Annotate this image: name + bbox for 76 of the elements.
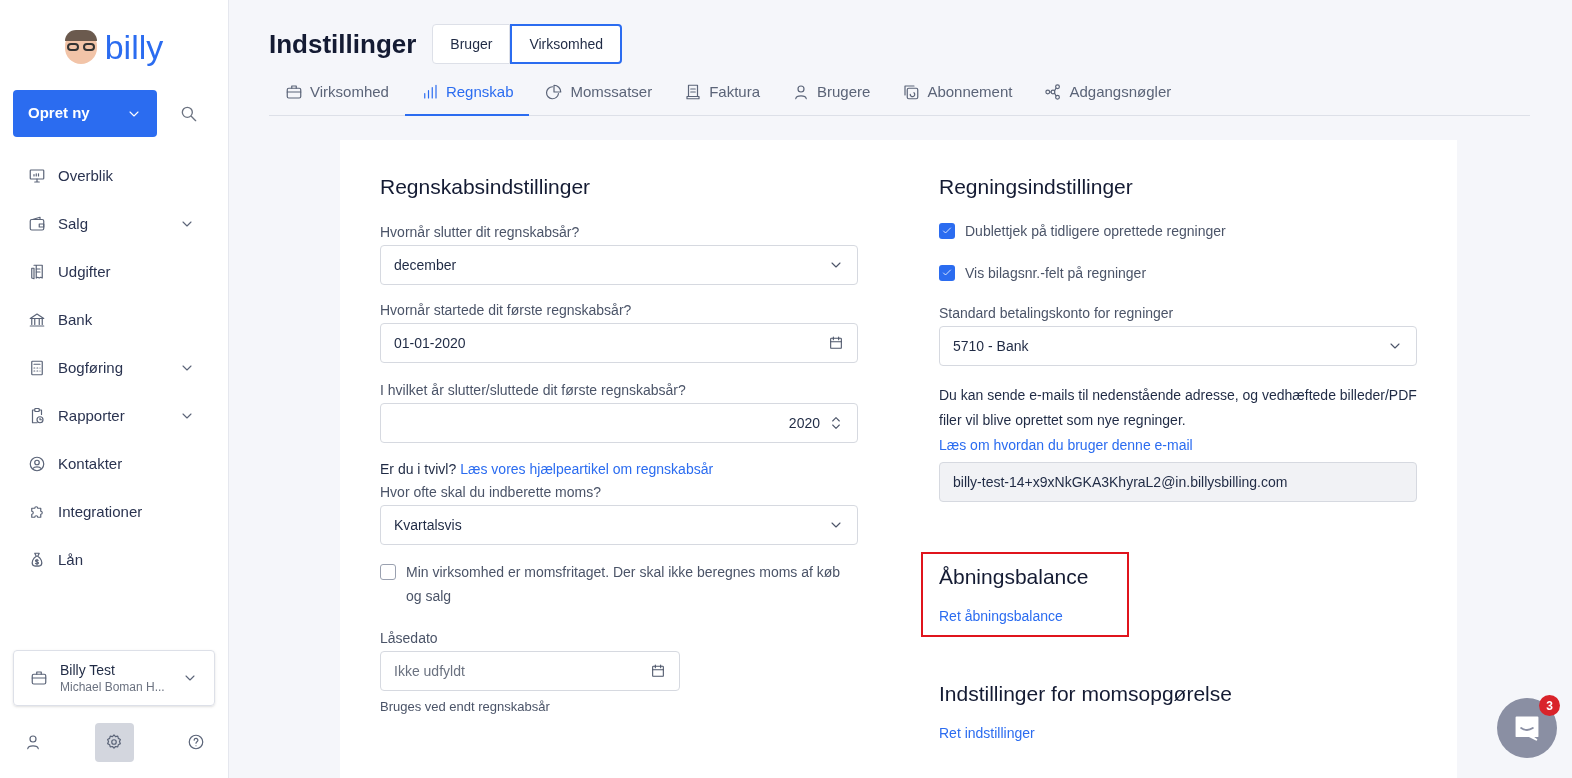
settings-tab[interactable]: Virksomhed bbox=[269, 70, 405, 116]
bank-icon bbox=[28, 311, 46, 329]
receipts-icon bbox=[28, 263, 46, 281]
logo-text: billy bbox=[104, 30, 164, 64]
puzzle-icon bbox=[28, 503, 46, 521]
notification-badge: 3 bbox=[1539, 695, 1560, 716]
calculator-icon bbox=[28, 359, 46, 377]
field-label: Hvornår startede dit første regnskabsår? bbox=[380, 301, 633, 320]
select-field[interactable]: Kvartalsvis bbox=[380, 505, 858, 545]
subscription-icon bbox=[902, 83, 921, 101]
account-owner: Michael Boman H... bbox=[60, 679, 166, 695]
sidebar-item[interactable]: Lån bbox=[0, 536, 228, 584]
page-title: Indstillinger bbox=[269, 27, 417, 61]
presentation-board-icon bbox=[28, 167, 46, 185]
pie-chart-icon bbox=[545, 83, 564, 101]
section-heading: Åbningsbalance bbox=[939, 564, 1089, 590]
chat-button[interactable]: 3 bbox=[1497, 698, 1557, 758]
sidebar-item[interactable]: Integrationer bbox=[0, 488, 228, 536]
field-label: Hvornår slutter dit regnskabsår? bbox=[380, 223, 581, 242]
sidebar-item[interactable]: Rapporter bbox=[0, 392, 228, 440]
account-switcher[interactable]: Billy Test Michael Boman H... bbox=[13, 650, 215, 706]
settings-tab[interactable]: Brugere bbox=[776, 70, 887, 116]
settings-button[interactable] bbox=[94, 722, 134, 762]
section-heading: Indstillinger for momsopgørelse bbox=[939, 681, 1232, 707]
chat-bubble-icon bbox=[1513, 714, 1541, 742]
help-link[interactable]: Læs vores hjælpeartikel om regnskabsår bbox=[460, 459, 714, 479]
account-name: Billy Test bbox=[60, 661, 116, 679]
section-link[interactable]: Ret åbningsbalance bbox=[939, 606, 1063, 627]
section-heading: Regningsindstillinger bbox=[939, 174, 1134, 200]
info-paragraph: Du kan sende e-mails til nedenstående adresse, og vedhæftede billeder/PDF filer vil blive oprettet som nye regninger. Læs om hvordan du bruger denne e-mail bbox=[939, 386, 1417, 455]
date-field[interactable]: Ikke udfyldt bbox=[380, 651, 680, 691]
checkbox-label: Dublettjek på tidligere oprettede regninger bbox=[965, 222, 1226, 241]
wallet-icon bbox=[28, 215, 46, 233]
sidebar-item[interactable]: Kontakter bbox=[0, 440, 228, 488]
date-field[interactable]: 01-01-2020 bbox=[380, 323, 858, 363]
briefcase-icon bbox=[30, 669, 48, 687]
section-link[interactable]: Ret indstillinger bbox=[939, 723, 1035, 744]
email-field: billy-test-14+x9xNkGKA3KhyraL2@in.billysbilling.com bbox=[939, 462, 1417, 502]
field-label: Standard betalingskonto for regninger bbox=[939, 304, 1175, 323]
user-circle-icon bbox=[28, 455, 46, 473]
settings-tab[interactable]: Momssatser bbox=[529, 70, 669, 116]
help-link[interactable]: Læs om hvordan du bruger denne e-mail bbox=[939, 437, 1193, 453]
briefcase-icon bbox=[285, 83, 303, 101]
calendar-icon bbox=[828, 335, 844, 351]
checkbox-label: Vis bilagsnr.-felt på regninger bbox=[965, 264, 1147, 283]
scope-tab[interactable]: Bruger bbox=[432, 24, 511, 64]
help-icon bbox=[186, 733, 205, 751]
checkbox[interactable] bbox=[939, 265, 955, 281]
checkbox-label: Min virksomhed er momsfritaget. Der skal ikke beregnes moms af køb og salg bbox=[406, 563, 842, 606]
field-label: Hvor ofte skal du indberette moms? bbox=[380, 483, 602, 502]
field-label: Låsedato bbox=[380, 629, 439, 648]
sidebar-item[interactable]: Bank bbox=[0, 296, 228, 344]
field-hint: Bruges ved endt regnskabsår bbox=[380, 698, 551, 716]
number-field[interactable]: 2020 bbox=[380, 403, 858, 443]
scope-tab[interactable]: Virksomhed bbox=[510, 24, 623, 64]
field-label: I hvilket år slutter/sluttede dit første regnskabsår? bbox=[380, 381, 687, 400]
settings-tab[interactable]: Faktura bbox=[668, 70, 777, 116]
create-new-button[interactable]: Opret ny bbox=[13, 90, 157, 137]
checkbox[interactable] bbox=[380, 564, 396, 580]
settings-icon bbox=[105, 733, 123, 751]
select-field[interactable]: 5710 - Bank bbox=[939, 326, 1417, 366]
face-avatar-icon bbox=[64, 30, 97, 64]
settings-tab[interactable]: Abonnement bbox=[886, 70, 1029, 116]
sidebar-item[interactable]: Udgifter bbox=[0, 248, 228, 296]
calendar-icon bbox=[650, 663, 666, 679]
section-heading: Regnskabsindstillinger bbox=[380, 174, 592, 200]
help-text: Er du i tvivl? bbox=[380, 460, 457, 479]
sidebar-item[interactable]: Salg bbox=[0, 200, 228, 248]
settings-tab[interactable]: Adgangsnøgler bbox=[1028, 70, 1188, 116]
sidebar-item[interactable]: Overblik bbox=[0, 152, 228, 200]
share-nodes-icon bbox=[1044, 83, 1063, 101]
settings-tab[interactable]: Regnskab bbox=[404, 70, 530, 116]
sidebar-item[interactable]: Bogføring bbox=[0, 344, 228, 392]
select-field[interactable]: december bbox=[380, 245, 858, 285]
checkbox[interactable] bbox=[939, 223, 955, 239]
document-icon bbox=[684, 83, 703, 101]
